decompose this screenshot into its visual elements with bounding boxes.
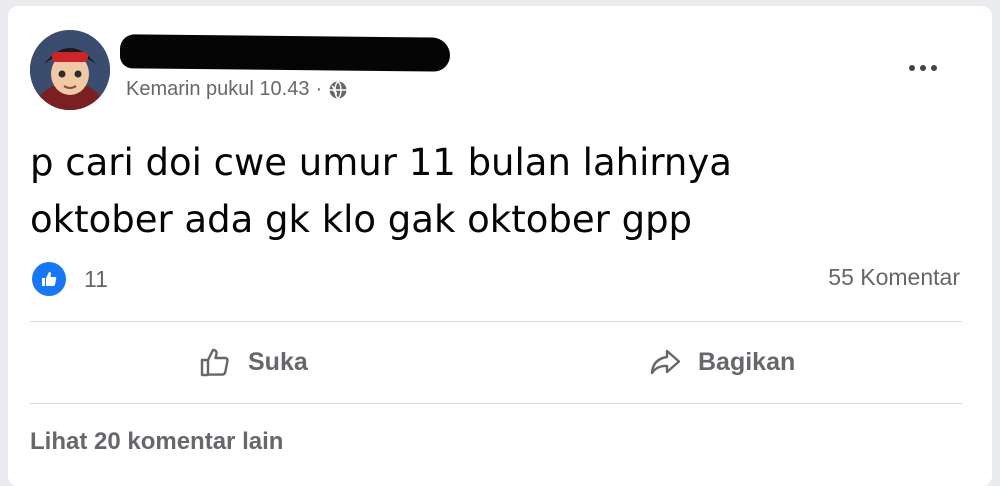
like-reaction-icon bbox=[32, 262, 66, 296]
meta-separator: · bbox=[315, 78, 323, 100]
reactions-summary[interactable]: 11 bbox=[32, 262, 108, 296]
avatar-image bbox=[30, 30, 110, 110]
thumbs-up-icon bbox=[200, 348, 229, 377]
avatar[interactable] bbox=[30, 30, 110, 110]
post-text: p cari doi cwe umur 11 bulan lahirnya ok… bbox=[30, 141, 732, 241]
share-label: Bagikan bbox=[698, 347, 796, 376]
view-more-comments-link[interactable]: Lihat 20 komentar lain bbox=[30, 428, 283, 456]
globe-icon[interactable] bbox=[328, 80, 348, 100]
timestamp-link[interactable]: Kemarin pukul 10.43 bbox=[126, 78, 309, 101]
more-options-icon[interactable] bbox=[898, 50, 948, 86]
share-button[interactable]: Bagikan bbox=[648, 340, 795, 384]
reaction-count: 11 bbox=[84, 265, 108, 292]
comment-count-link[interactable]: 55 Komentar bbox=[828, 264, 960, 291]
redaction-mark bbox=[119, 34, 451, 72]
share-arrow-icon bbox=[650, 349, 681, 375]
post-card: Kemarin pukul 10.43 · p cari doi cwe umu… bbox=[8, 6, 992, 486]
post-meta: Kemarin pukul 10.43 · bbox=[126, 78, 348, 101]
like-label: Suka bbox=[248, 347, 308, 376]
divider bbox=[30, 321, 962, 322]
like-button[interactable]: Suka bbox=[198, 340, 308, 384]
divider bbox=[30, 403, 962, 404]
